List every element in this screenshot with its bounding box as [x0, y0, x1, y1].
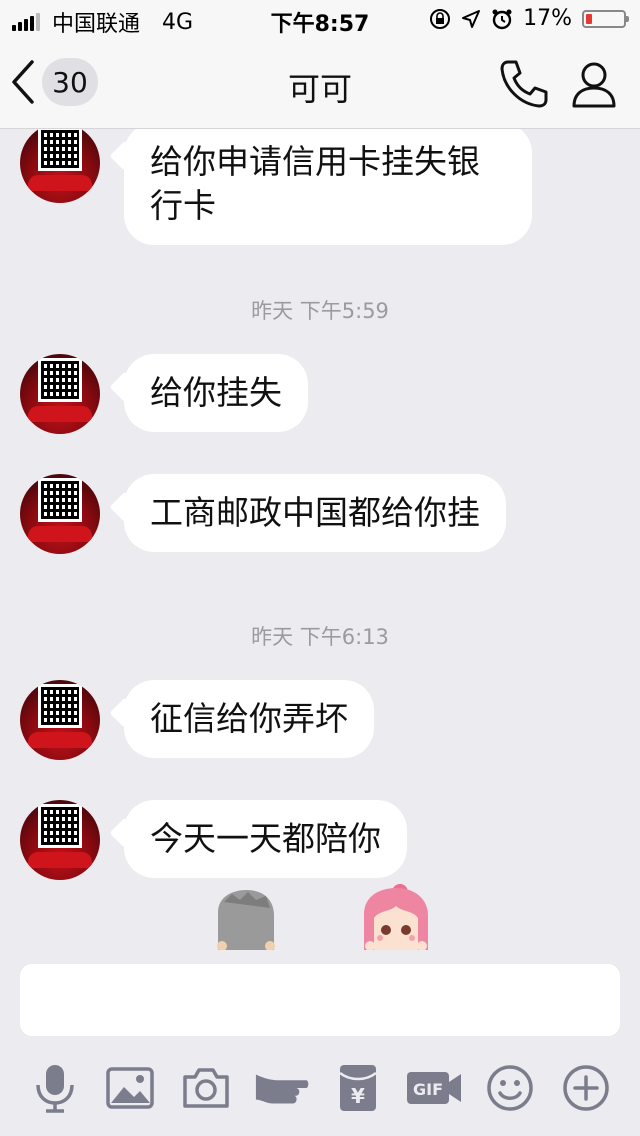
gif-label: GIF: [413, 1080, 443, 1099]
message-row: 征信给你弄坏: [20, 680, 374, 760]
gif-button[interactable]: GIF: [404, 1060, 464, 1116]
avatar[interactable]: [20, 800, 100, 880]
nav-bar: 30 可可: [0, 40, 640, 129]
image-icon: [106, 1067, 154, 1109]
message-text: 今天一天都陪你: [150, 819, 381, 858]
image-button[interactable]: [102, 1060, 158, 1116]
status-bar: 中国联通 4G 下午8:57 17%: [0, 0, 640, 40]
profile-icon[interactable]: [568, 58, 620, 110]
microphone-icon: [36, 1065, 74, 1113]
microphone-button[interactable]: [27, 1060, 83, 1116]
peeking-boy-sticker: [217, 890, 275, 950]
poke-button[interactable]: [254, 1060, 310, 1116]
message-bubble[interactable]: 今天一天都陪你: [124, 800, 407, 878]
avatar[interactable]: [20, 474, 100, 554]
message-text: 工商邮政中国都给你挂: [150, 493, 480, 532]
red-packet-icon: ¥: [339, 1065, 377, 1111]
message-bubble[interactable]: 给你挂失: [124, 354, 308, 432]
message-text: 给你挂失: [150, 373, 282, 412]
gif-icon: GIF: [407, 1072, 461, 1104]
orientation-lock-icon: [430, 8, 451, 29]
plus-icon: [563, 1065, 609, 1111]
message-text: 征信给你弄坏: [150, 699, 348, 738]
message-text: 给你申请信用卡挂失银行卡: [150, 142, 480, 225]
avatar[interactable]: [20, 129, 100, 203]
camera-icon: [183, 1068, 229, 1108]
avatar[interactable]: [20, 680, 100, 760]
input-area: ¥ GIF: [0, 950, 640, 1136]
chat-area[interactable]: 给你申请信用卡挂失银行卡 昨天 下午5:59 给你挂失 工商邮政中国都给你挂 昨…: [0, 129, 640, 950]
camera-button[interactable]: [178, 1060, 234, 1116]
red-packet-button[interactable]: ¥: [330, 1060, 386, 1116]
plus-button[interactable]: [558, 1060, 614, 1116]
avatar[interactable]: [20, 354, 100, 434]
message-bubble[interactable]: 工商邮政中国都给你挂: [124, 474, 506, 552]
location-icon: [462, 9, 481, 28]
emoji-icon: [487, 1065, 533, 1111]
input-toolbar: ¥ GIF: [0, 1060, 640, 1116]
status-time: 下午8:57: [270, 12, 370, 37]
alarm-icon: [492, 9, 512, 29]
yuan-label: ¥: [351, 1084, 365, 1108]
timestamp: 昨天 下午5:59: [251, 299, 389, 323]
emoji-button[interactable]: [482, 1060, 538, 1116]
battery-percent: 17%: [523, 6, 572, 31]
message-row: 今天一天都陪你: [20, 800, 407, 880]
poke-icon: [255, 1074, 309, 1104]
phone-icon[interactable]: [498, 58, 550, 110]
message-row: 给你申请信用卡挂失银行卡: [20, 129, 532, 245]
battery-icon: [582, 9, 629, 28]
message-row: 工商邮政中国都给你挂: [20, 474, 506, 554]
message-bubble[interactable]: 给你申请信用卡挂失银行卡: [124, 129, 532, 245]
message-input[interactable]: [20, 964, 620, 1036]
message-row: 给你挂失: [20, 354, 308, 434]
peeking-girl-sticker: [364, 884, 428, 950]
message-bubble[interactable]: 征信给你弄坏: [124, 680, 374, 758]
timestamp: 昨天 下午6:13: [251, 625, 389, 649]
